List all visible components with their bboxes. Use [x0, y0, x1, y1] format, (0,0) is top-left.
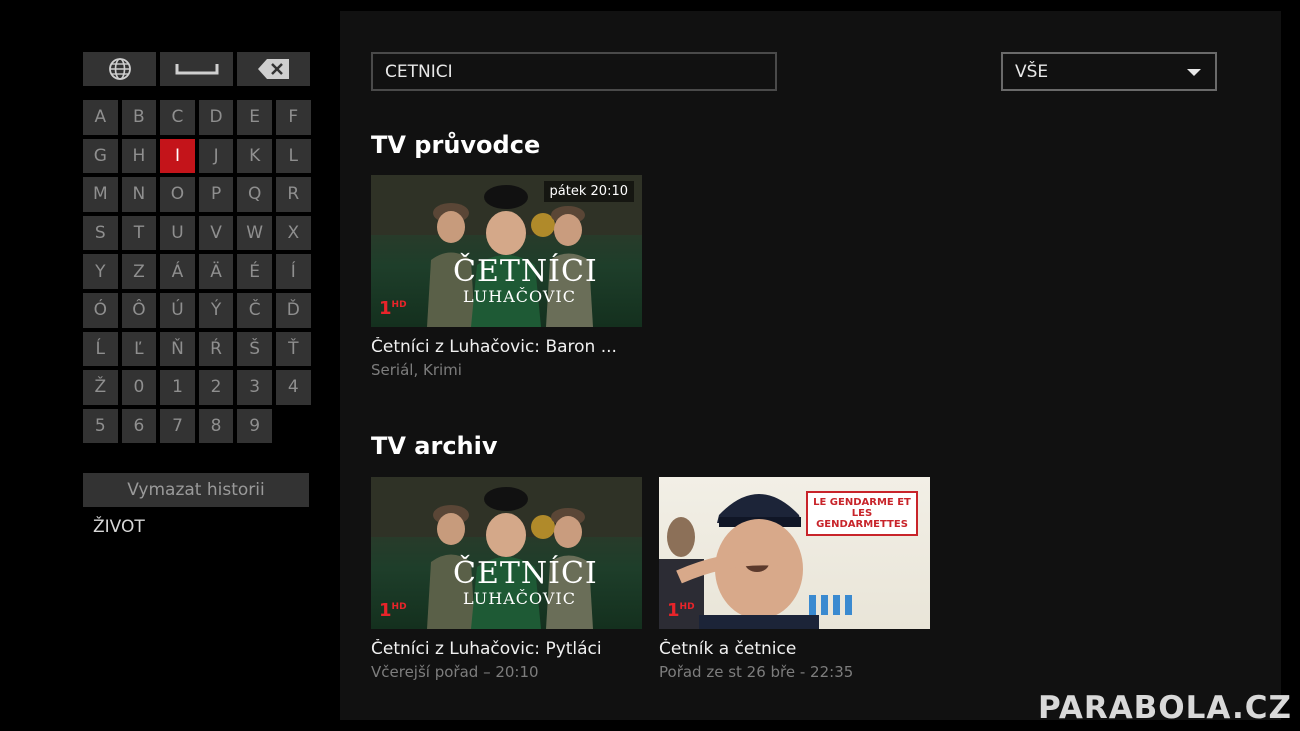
- section-title-archive: TV archiv: [371, 432, 498, 460]
- key-1[interactable]: B: [121, 100, 157, 135]
- keyboard-grid: ABCDEF GHIJKL MNOPQR STUVWX YZÁÄÉÍ ÓÔÚÝČĎ ĹĽŇŔ…: [83, 100, 311, 444]
- key-6[interactable]: G: [83, 138, 118, 174]
- program-thumbnail: ČETNÍCI LUHAČOVIC 1HD: [371, 477, 642, 629]
- program-thumbnail: pátek 20:10 ČETNÍCI LUHAČOVIC 1HD: [371, 175, 642, 327]
- key-47[interactable]: 4: [275, 370, 311, 405]
- key-24[interactable]: Y: [83, 254, 118, 289]
- key-12[interactable]: M: [83, 177, 118, 212]
- key-29[interactable]: Í: [275, 254, 311, 289]
- space-bar-icon: [175, 64, 218, 75]
- key-4[interactable]: E: [237, 100, 272, 135]
- key-40[interactable]: Š: [237, 331, 272, 367]
- key-44[interactable]: 1: [160, 370, 195, 405]
- key-36[interactable]: Ĺ: [83, 331, 118, 367]
- key-39[interactable]: Ŕ: [198, 331, 234, 367]
- key-50[interactable]: 7: [160, 408, 195, 444]
- key-33[interactable]: Ý: [198, 292, 234, 328]
- key-35[interactable]: Ď: [275, 292, 311, 328]
- archive-card-1[interactable]: ČETNÍCI LUHAČOVIC 1HD Četníci z Luhačovi…: [371, 477, 642, 681]
- language-key[interactable]: [83, 52, 156, 86]
- key-9[interactable]: J: [198, 138, 234, 174]
- backspace-key[interactable]: [237, 52, 310, 86]
- clear-history-button[interactable]: Vymazat historii: [83, 473, 309, 507]
- poster-title-label: LE GENDARME ET LES GENDARMETTES: [806, 491, 918, 536]
- key-10[interactable]: K: [237, 138, 272, 174]
- program-title: Četníci z Luhačovic: Baron ...: [371, 337, 617, 357]
- key-42[interactable]: Ž: [83, 370, 118, 405]
- key-5[interactable]: F: [275, 100, 311, 135]
- key-20[interactable]: U: [160, 215, 195, 251]
- key-23[interactable]: X: [275, 215, 311, 251]
- archive-card-2[interactable]: LE GENDARME ET LES GENDARMETTES 1HD Četn…: [659, 477, 930, 681]
- search-input[interactable]: CETNICI: [371, 52, 777, 91]
- key-43[interactable]: 0: [121, 370, 157, 405]
- program-meta: Seriál, Krimi: [371, 361, 462, 379]
- key-8[interactable]: I: [160, 138, 195, 174]
- program-title: Četníci z Luhačovic: Pytláci: [371, 639, 602, 659]
- key-18[interactable]: S: [83, 215, 118, 251]
- key-19[interactable]: T: [121, 215, 157, 251]
- channel-logo-icon: 1HD: [667, 600, 695, 621]
- results-panel: CETNICI VŠE TV průvodce pátek 20:10 ČETN…: [340, 11, 1281, 720]
- air-time-badge: pátek 20:10: [543, 181, 634, 202]
- watermark-logo: PARABOLA.CZ: [1037, 690, 1292, 726]
- key-2[interactable]: C: [160, 100, 195, 135]
- key-52[interactable]: 9: [237, 408, 272, 444]
- backspace-icon: [257, 59, 289, 79]
- filter-selected-value: VŠE: [1015, 61, 1049, 82]
- filter-dropdown[interactable]: VŠE: [1001, 52, 1217, 91]
- key-34[interactable]: Č: [237, 292, 272, 328]
- program-title: Četník a četnice: [659, 639, 797, 659]
- key-22[interactable]: W: [237, 215, 272, 251]
- key-17[interactable]: R: [275, 177, 311, 212]
- key-46[interactable]: 3: [237, 370, 272, 405]
- program-meta: Pořad ze st 26 bře - 22:35: [659, 663, 854, 681]
- show-title-art: ČETNÍCI LUHAČOVIC: [453, 556, 598, 609]
- key-25[interactable]: Z: [121, 254, 157, 289]
- key-11[interactable]: L: [275, 138, 311, 174]
- key-27[interactable]: Ä: [198, 254, 234, 289]
- key-28[interactable]: É: [237, 254, 272, 289]
- key-14[interactable]: O: [160, 177, 195, 212]
- guide-card[interactable]: pátek 20:10 ČETNÍCI LUHAČOVIC 1HD Četníc…: [371, 175, 642, 379]
- key-21[interactable]: V: [198, 215, 234, 251]
- key-49[interactable]: 6: [121, 408, 157, 444]
- key-0[interactable]: A: [83, 100, 118, 135]
- key-51[interactable]: 8: [198, 408, 234, 444]
- keyboard-top-row: [83, 52, 310, 86]
- program-thumbnail: LE GENDARME ET LES GENDARMETTES 1HD: [659, 477, 930, 629]
- key-38[interactable]: Ň: [160, 331, 195, 367]
- globe-icon: [108, 58, 131, 80]
- section-title-guide: TV průvodce: [371, 131, 541, 159]
- program-meta: Včerejší pořad – 20:10: [371, 663, 539, 681]
- history-item[interactable]: ŽIVOT: [93, 517, 145, 537]
- key-48[interactable]: 5: [83, 408, 118, 444]
- key-45[interactable]: 2: [198, 370, 234, 405]
- channel-logo-icon: 1HD: [379, 298, 407, 319]
- key-7[interactable]: H: [121, 138, 157, 174]
- key-41[interactable]: Ť: [275, 331, 311, 367]
- space-key[interactable]: [160, 52, 233, 86]
- show-title-art: ČETNÍCI LUHAČOVIC: [453, 254, 598, 307]
- key-26[interactable]: Á: [160, 254, 195, 289]
- key-30[interactable]: Ó: [83, 292, 118, 328]
- key-32[interactable]: Ú: [160, 292, 195, 328]
- key-15[interactable]: P: [198, 177, 234, 212]
- key-3[interactable]: D: [198, 100, 234, 135]
- key-16[interactable]: Q: [237, 177, 272, 212]
- key-31[interactable]: Ô: [121, 292, 157, 328]
- channel-logo-icon: 1HD: [379, 600, 407, 621]
- key-37[interactable]: Ľ: [121, 331, 157, 367]
- key-13[interactable]: N: [121, 177, 157, 212]
- chevron-down-icon: [1187, 69, 1201, 76]
